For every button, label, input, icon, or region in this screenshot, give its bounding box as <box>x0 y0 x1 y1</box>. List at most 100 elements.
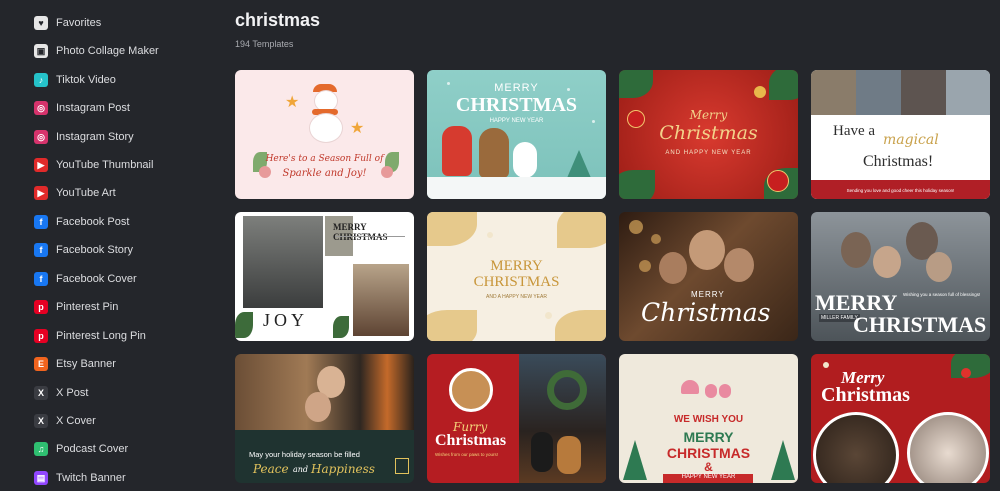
template-card-9[interactable]: May your holiday season be filled Peace … <box>235 354 414 483</box>
sidebar-item-label: X Cover <box>56 415 96 427</box>
card-text: Christmas <box>821 384 910 406</box>
santa-illustration <box>442 126 472 176</box>
sidebar-item-tiktok-video[interactable]: ♪ Tiktok Video <box>34 68 116 92</box>
card-text: Happiness <box>311 462 375 476</box>
template-card-7[interactable]: MERRY Christmas <box>619 212 798 341</box>
sidebar-item-label: Facebook Post <box>56 216 130 228</box>
family-photo <box>659 252 687 284</box>
card-text: May your holiday season be filled <box>249 450 360 459</box>
card-text: magical <box>883 132 939 148</box>
card-text: Christmas <box>641 298 771 327</box>
sidebar-item-instagram-post[interactable]: ◎ Instagram Post <box>34 96 130 120</box>
sidebar-item-x-post[interactable]: X X Post <box>34 381 88 405</box>
sidebar: ♥ Favorites ▣ Photo Collage Maker ♪ Tiktok Vi… <box>0 0 215 491</box>
sidebar-item-etsy-banner[interactable]: E Etsy Banner <box>34 352 116 376</box>
sidebar-item-label: Instagram Post <box>56 102 130 114</box>
instagram-icon: ◎ <box>34 130 48 144</box>
template-card-10[interactable]: Furry Christmas Wishes from our paws to … <box>427 354 606 483</box>
sidebar-item-facebook-cover[interactable]: f Facebook Cover <box>34 267 137 291</box>
family-photo <box>724 248 754 282</box>
tree-decoration <box>623 440 647 480</box>
star-icon: ★ <box>285 94 300 111</box>
card-text: CHRISTMAS <box>473 274 560 290</box>
sidebar-item-youtube-thumbnail[interactable]: ▶ YouTube Thumbnail <box>34 153 153 177</box>
template-card-8[interactable]: MERRY Wishing you a season full of bless… <box>811 212 990 341</box>
sidebar-item-label: Etsy Banner <box>56 358 116 370</box>
family-photo <box>907 412 989 483</box>
sidebar-item-label: Tiktok Video <box>56 74 116 86</box>
tiktok-icon: ♪ <box>34 73 48 87</box>
template-card-2[interactable]: MERRY CHRISTMAS HAPPY NEW YEAR <box>427 70 606 199</box>
sidebar-item-label: YouTube Art <box>56 187 116 199</box>
sidebar-item-podcast-cover[interactable]: ♫ Podcast Cover <box>34 437 128 461</box>
card-text: and <box>293 465 309 474</box>
x-icon: X <box>34 386 48 400</box>
sidebar-item-label: Photo Collage Maker <box>56 45 159 57</box>
collage-icon: ▣ <box>34 44 48 58</box>
template-card-12[interactable]: Merry Christmas <box>811 354 990 483</box>
sidebar-item-pinterest-pin[interactable]: p Pinterest Pin <box>34 295 118 319</box>
family-photo <box>873 246 901 278</box>
card-text: Wishing you a season full of blessings! <box>903 292 981 297</box>
wreath-decoration <box>547 370 587 410</box>
main-content: christmas 194 Templates ★ ★ Here's to a … <box>235 0 1000 491</box>
template-card-6[interactable]: MERRY CHRISTMAS AND A HAPPY NEW YEAR <box>427 212 606 341</box>
card-text: Christmas <box>435 432 507 449</box>
family-photo <box>243 216 323 308</box>
sidebar-item-label: X Post <box>56 387 89 399</box>
pinterest-icon: p <box>34 300 48 314</box>
sidebar-item-label: Pinterest Long Pin <box>56 330 146 342</box>
tree-decoration <box>567 150 591 178</box>
sidebar-item-label: Facebook Story <box>56 244 134 256</box>
template-card-11[interactable]: WE WISH YOU MERRY CHRISTMAS & HAPPY NEW … <box>619 354 798 483</box>
youtube-icon: ▶ <box>34 158 48 172</box>
card-text: Merry <box>689 108 728 122</box>
card-text: AND HAPPY NEW YEAR <box>665 150 752 156</box>
template-card-1[interactable]: ★ ★ Here's to a Season Full of Sparkle a… <box>235 70 414 199</box>
dog-illustration <box>449 368 493 412</box>
sidebar-item-twitch-banner[interactable]: ▤ Twitch Banner <box>34 466 126 490</box>
sidebar-item-label: Favorites <box>56 17 102 29</box>
instagram-icon: ◎ <box>34 101 48 115</box>
family-photo <box>856 70 901 115</box>
card-text: MERRY <box>494 82 539 94</box>
card-text: CHRISTMAS <box>455 94 578 116</box>
tree-decoration <box>771 440 795 480</box>
sidebar-item-facebook-post[interactable]: f Facebook Post <box>34 210 129 234</box>
card-text: Here's to a Season Full of <box>265 154 384 164</box>
sidebar-item-favorites[interactable]: ♥ Favorites <box>34 11 101 35</box>
family-photo <box>926 252 952 282</box>
card-text: HAPPY NEW YEAR <box>489 118 544 124</box>
ornament-decoration <box>754 86 766 98</box>
sidebar-item-photo-collage-maker[interactable]: ▣ Photo Collage Maker <box>34 39 159 63</box>
family-photo <box>811 70 856 115</box>
snowman-illustration <box>307 84 343 143</box>
youtube-icon: ▶ <box>34 186 48 200</box>
template-count: 194 Templates <box>235 39 294 49</box>
card-text: Have a <box>833 123 876 139</box>
card-text: WE WISH YOU <box>673 414 744 425</box>
template-card-4[interactable]: Have a magical Christmas! Sending you lo… <box>811 70 990 199</box>
podcast-icon: ♫ <box>34 442 48 456</box>
sidebar-item-facebook-story[interactable]: f Facebook Story <box>34 238 133 262</box>
template-card-5[interactable]: MERRY CHRISTMAS JOY <box>235 212 414 341</box>
heart-icon: ♥ <box>34 16 48 30</box>
family-photo <box>901 70 946 115</box>
reindeer-illustration <box>479 128 509 178</box>
sidebar-item-x-cover[interactable]: X X Cover <box>34 409 96 433</box>
pinterest-icon: p <box>34 329 48 343</box>
sidebar-item-label: Facebook Cover <box>56 273 137 285</box>
family-photo <box>689 230 725 270</box>
family-photo <box>813 412 899 483</box>
sidebar-item-instagram-story[interactable]: ◎ Instagram Story <box>34 125 134 149</box>
template-card-3[interactable]: Merry Christmas AND HAPPY NEW YEAR <box>619 70 798 199</box>
sidebar-item-youtube-art[interactable]: ▶ YouTube Art <box>34 181 116 205</box>
card-text: Wishes from our paws to yours! <box>435 452 499 457</box>
mitten-decoration <box>705 384 717 398</box>
sidebar-item-pinterest-long-pin[interactable]: p Pinterest Long Pin <box>34 324 146 348</box>
gift-icon <box>395 458 409 474</box>
card-text: Christmas! <box>863 153 934 170</box>
x-icon: X <box>34 414 48 428</box>
sidebar-item-label: Pinterest Pin <box>56 301 119 313</box>
twitch-icon: ▤ <box>34 471 48 485</box>
